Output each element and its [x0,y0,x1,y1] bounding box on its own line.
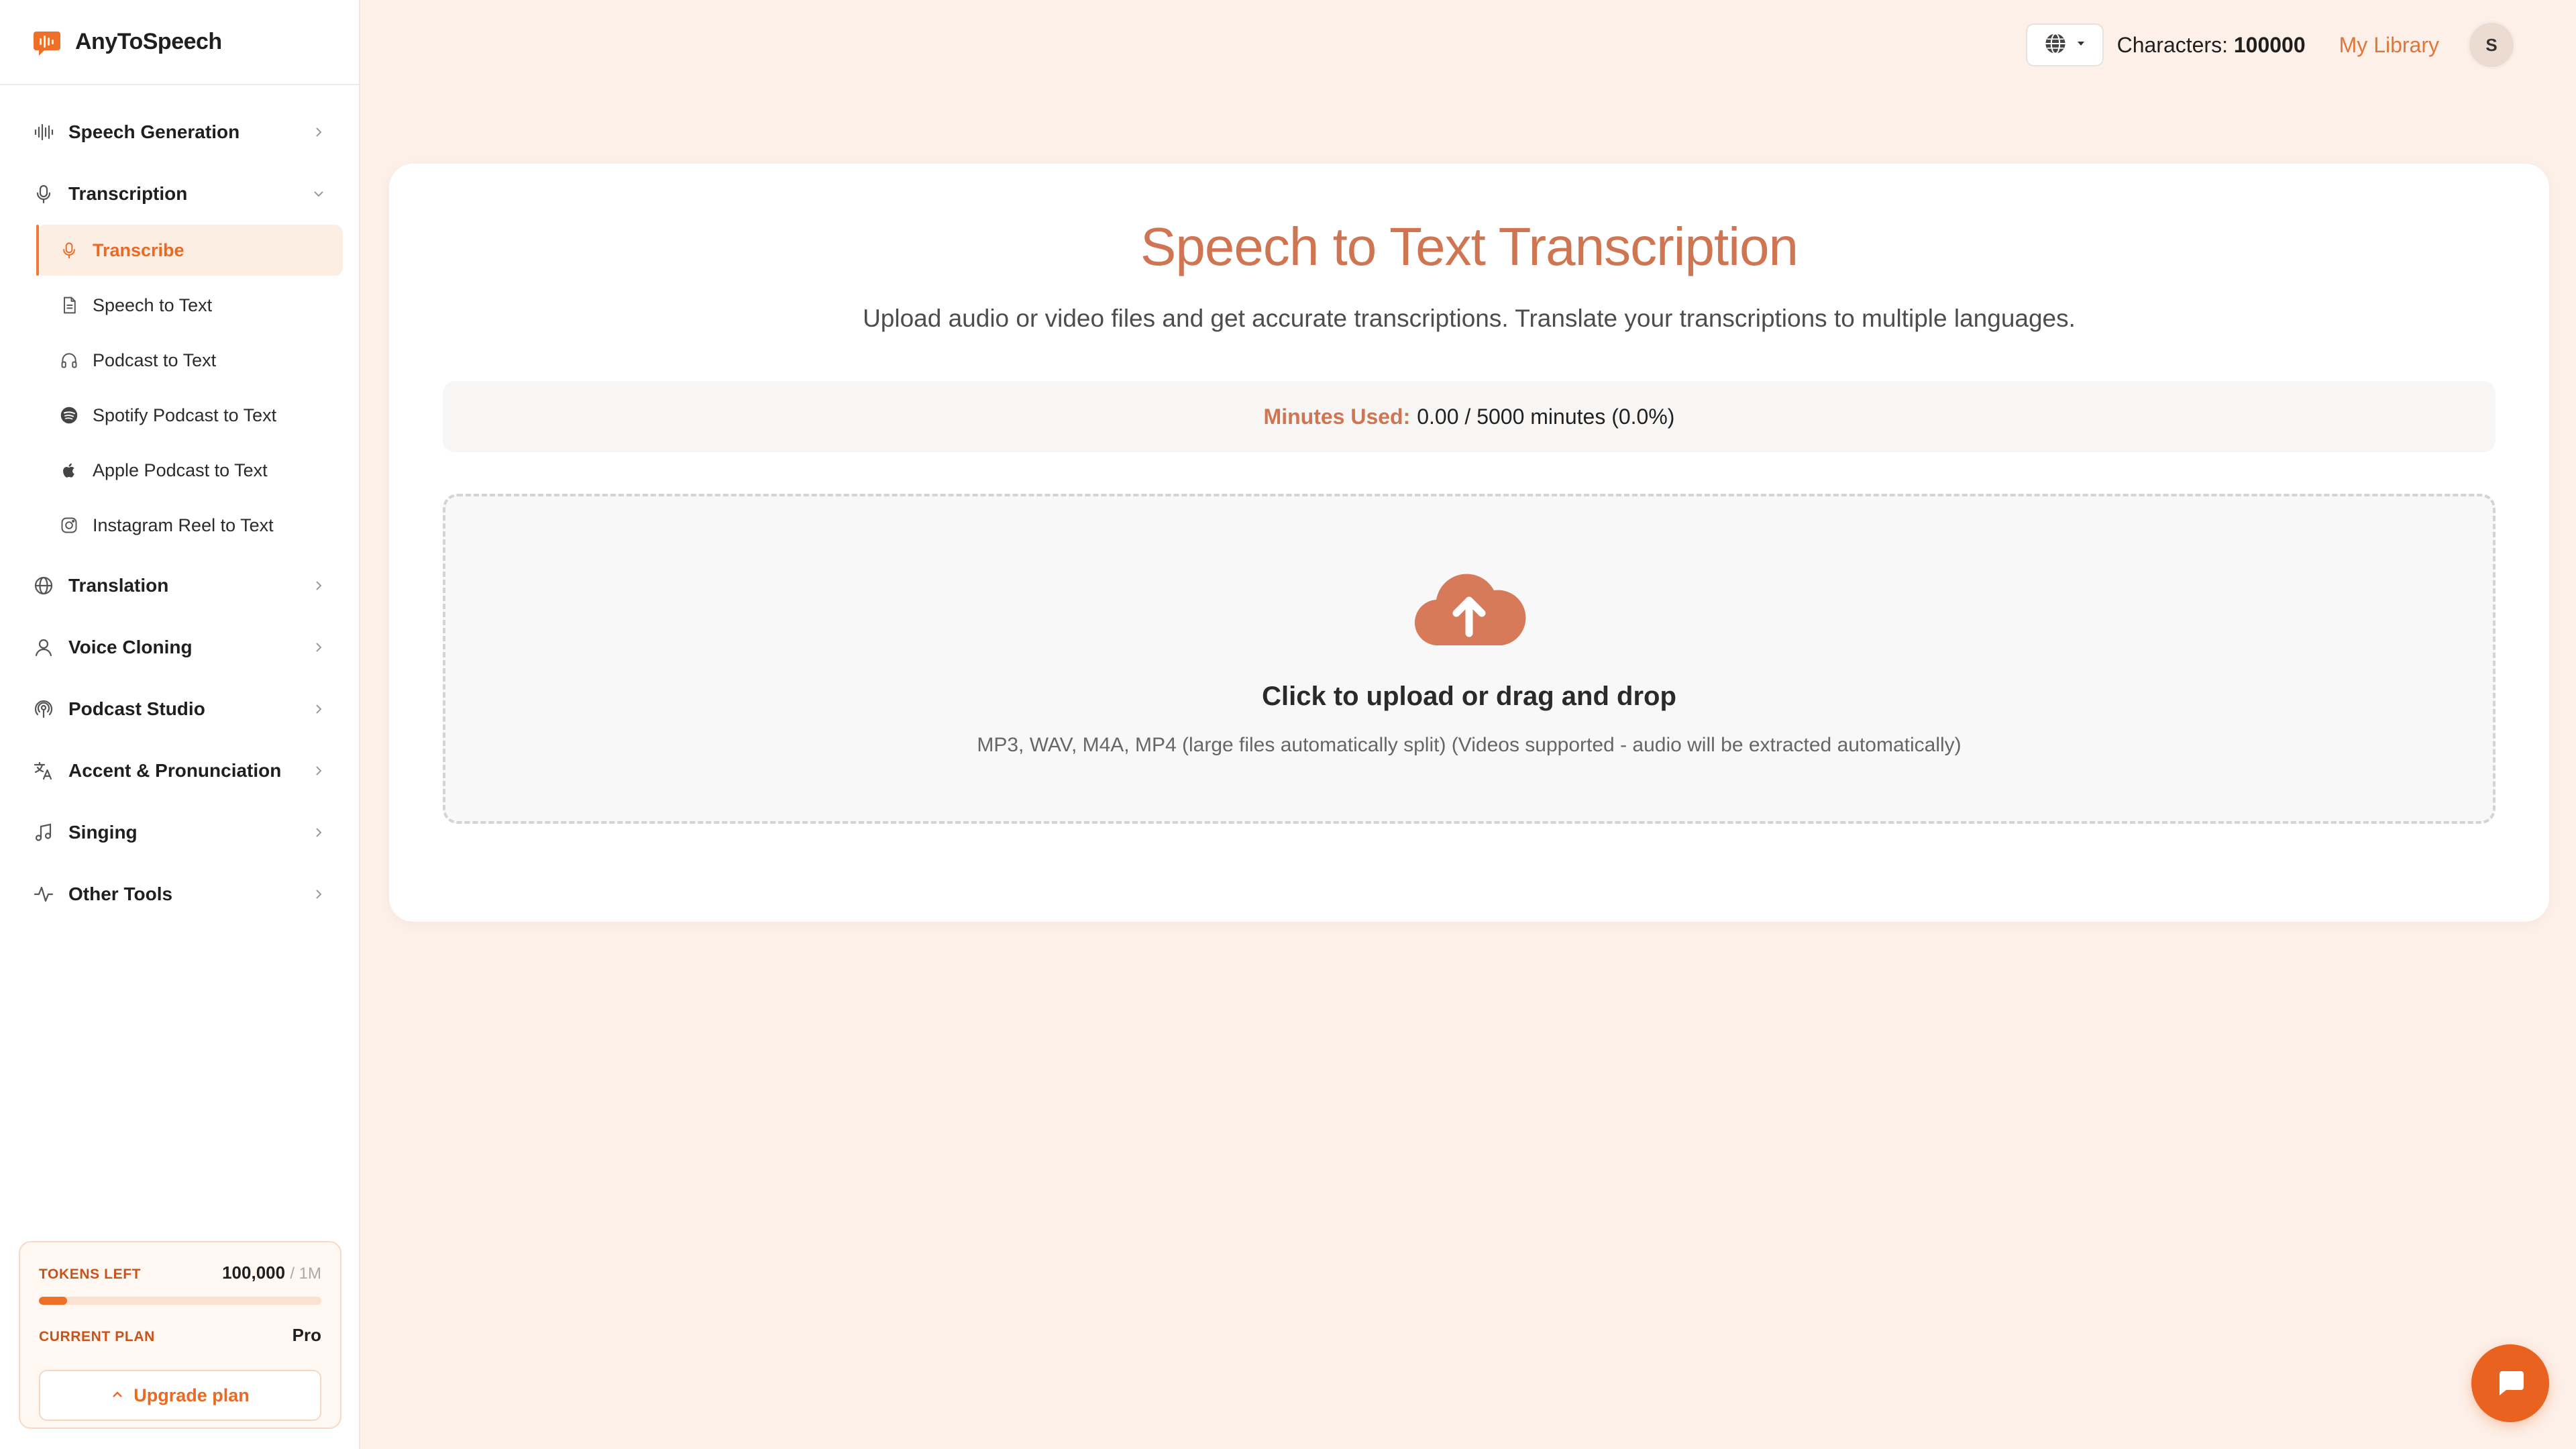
user-icon [32,636,55,659]
microphone-icon [32,182,55,205]
chevron-right-icon [311,824,327,841]
upgrade-plan-button[interactable]: Upgrade plan [39,1370,321,1421]
nav-singing[interactable]: Singing [0,802,359,863]
plan-label: CURRENT PLAN [39,1329,155,1344]
top-bar: Characters: 100000 My Library S [2025,21,2516,69]
page-title: Speech to Text Transcription [1140,217,1799,276]
sub-item-label: Speech to Text [93,294,213,315]
nav-label: Translation [68,575,169,596]
tokens-count: 100,000 [222,1263,286,1283]
avatar[interactable]: S [2467,21,2516,69]
nav-accent-pronunciation[interactable]: Accent & Pronunciation [0,740,359,802]
nav-transcription[interactable]: Transcription [0,163,359,225]
chevron-right-icon [311,124,327,140]
chat-button[interactable] [2471,1344,2549,1422]
nav-label: Podcast Studio [68,698,205,719]
plan-value: Pro [292,1325,321,1345]
usage-label: Minutes Used: [1263,404,1411,429]
podcast-icon [32,698,55,720]
logo-icon [32,28,62,57]
caret-down-icon [2076,38,2086,52]
nav-label: Accent & Pronunciation [68,760,282,781]
cloud-upload-icon [1412,566,1526,653]
music-note-icon [32,821,55,844]
sub-item-label: Podcast to Text [93,350,217,370]
chat-icon [2494,1366,2526,1401]
headphones-icon [59,350,79,370]
nav-podcast-studio[interactable]: Podcast Studio [0,678,359,740]
upgrade-plan-label: Upgrade plan [133,1385,250,1405]
tokens-progress-fill [39,1297,68,1305]
globe-icon [2043,32,2068,59]
transcription-card: Speech to Text Transcription Upload audi… [389,164,2549,922]
brand-name: AnyToSpeech [75,29,222,54]
characters-value: 100000 [2233,32,2306,57]
chevron-right-icon [311,701,327,717]
plan-row: CURRENT PLAN Pro [39,1325,321,1346]
page-subtitle: Upload audio or video files and get accu… [863,305,2076,332]
brand[interactable]: AnyToSpeech [0,0,359,85]
sub-item-label: Apple Podcast to Text [93,460,268,480]
chevron-up-icon [111,1385,124,1406]
spotify-icon [59,405,79,425]
language-selector[interactable] [2025,23,2104,66]
sub-item-podcast-to-text[interactable]: Podcast to Text [36,335,343,386]
tokens-value: 100,000 / 1M [222,1263,321,1283]
my-library-link[interactable]: My Library [2339,33,2439,58]
sub-item-label: Transcribe [93,239,184,260]
main-nav: Speech Generation Transcription Transcri… [0,85,359,925]
translate-icon [32,759,55,782]
sub-item-spotify-podcast[interactable]: Spotify Podcast to Text [36,390,343,441]
instagram-icon [59,515,79,535]
minutes-usage: Minutes Used: 0.00 / 5000 minutes (0.0%) [443,381,2496,452]
upload-hint: MP3, WAV, M4A, MP4 (large files automati… [977,734,1962,756]
document-icon [59,295,79,315]
nav-speech-generation[interactable]: Speech Generation [0,101,359,163]
globe-icon [32,574,55,597]
upload-title: Click to upload or drag and drop [1262,682,1676,711]
sub-item-label: Spotify Podcast to Text [93,405,277,425]
upload-dropzone[interactable]: Click to upload or drag and drop MP3, WA… [443,494,2496,824]
chevron-right-icon [311,578,327,594]
nav-other-tools[interactable]: Other Tools [0,863,359,925]
nav-translation[interactable]: Translation [0,555,359,616]
tokens-total: / 1M [290,1265,321,1283]
characters-label: Characters: [2116,32,2228,57]
nav-label: Speech Generation [68,121,240,142]
nav-label: Other Tools [68,883,173,904]
plan-card: TOKENS LEFT 100,000 / 1M CURRENT PLAN Pr… [19,1241,341,1429]
sub-item-apple-podcast[interactable]: Apple Podcast to Text [36,445,343,496]
transcription-submenu: Transcribe Speech to Text Podcast to Tex… [0,225,359,551]
activity-icon [32,883,55,906]
sub-item-label: Instagram Reel to Text [93,515,274,535]
chevron-right-icon [311,639,327,655]
tokens-label: TOKENS LEFT [39,1267,142,1282]
chevron-right-icon [311,886,327,902]
sidebar: AnyToSpeech Speech Generation Transcript… [0,0,360,1449]
microphone-icon [59,240,79,260]
tokens-progress-bar [39,1297,321,1305]
waveform-icon [32,121,55,144]
chevron-right-icon [311,763,327,779]
apple-icon [59,460,79,480]
nav-voice-cloning[interactable]: Voice Cloning [0,616,359,678]
usage-value: 0.00 / 5000 minutes (0.0%) [1417,404,1675,429]
sub-item-instagram-reel[interactable]: Instagram Reel to Text [36,500,343,551]
nav-label: Voice Cloning [68,637,193,657]
tokens-row: TOKENS LEFT 100,000 / 1M [39,1263,321,1283]
sub-item-transcribe[interactable]: Transcribe [36,225,343,276]
nav-label: Transcription [68,183,188,204]
characters-counter: Characters: 100000 [2117,33,2306,58]
nav-label: Singing [68,822,138,843]
chevron-down-icon [311,186,327,202]
sub-item-speech-to-text[interactable]: Speech to Text [36,280,343,331]
